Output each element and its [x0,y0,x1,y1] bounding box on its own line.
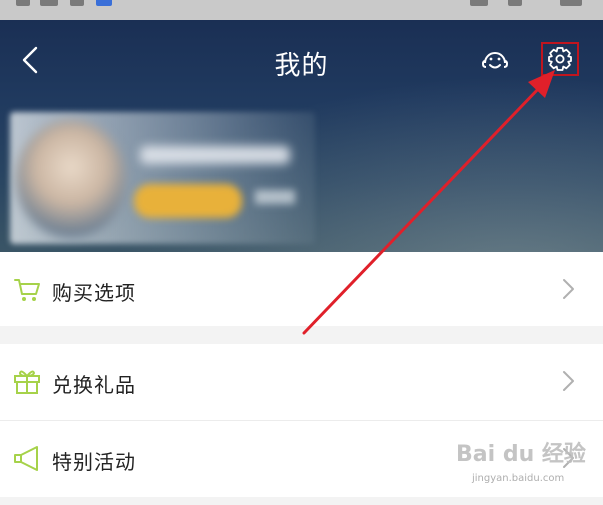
gear-icon [548,47,572,71]
member-badge [134,184,242,218]
status-bar [0,0,603,20]
watermark-url: jingyan.baidu.com [472,473,565,484]
settings-button[interactable] [541,42,579,76]
page-title: 我的 [274,51,329,81]
profile-extra-info [255,190,295,204]
megaphone-icon [14,446,38,471]
customer-service-button[interactable] [478,44,512,78]
cart-icon [14,279,40,301]
watermark-logo: Bai du 经验 [456,442,586,467]
menu-item-label: 购买选项 [52,281,136,305]
menu-item-label: 特别活动 [52,450,136,474]
gift-icon [14,370,40,394]
profile-header: 我的 [0,20,603,252]
watermark: Bai du 经验 jingyan.baidu.com [456,436,586,484]
chevron-right-icon [563,371,574,391]
smiley-service-icon [481,52,509,69]
avatar[interactable] [16,120,126,238]
menu-item-label: 兑换礼品 [52,373,136,397]
menu-item-purchase[interactable]: 购买选项 [0,252,603,326]
username [140,146,290,164]
menu-item-gift[interactable]: 兑换礼品 [0,344,603,420]
chevron-right-icon [563,279,574,299]
